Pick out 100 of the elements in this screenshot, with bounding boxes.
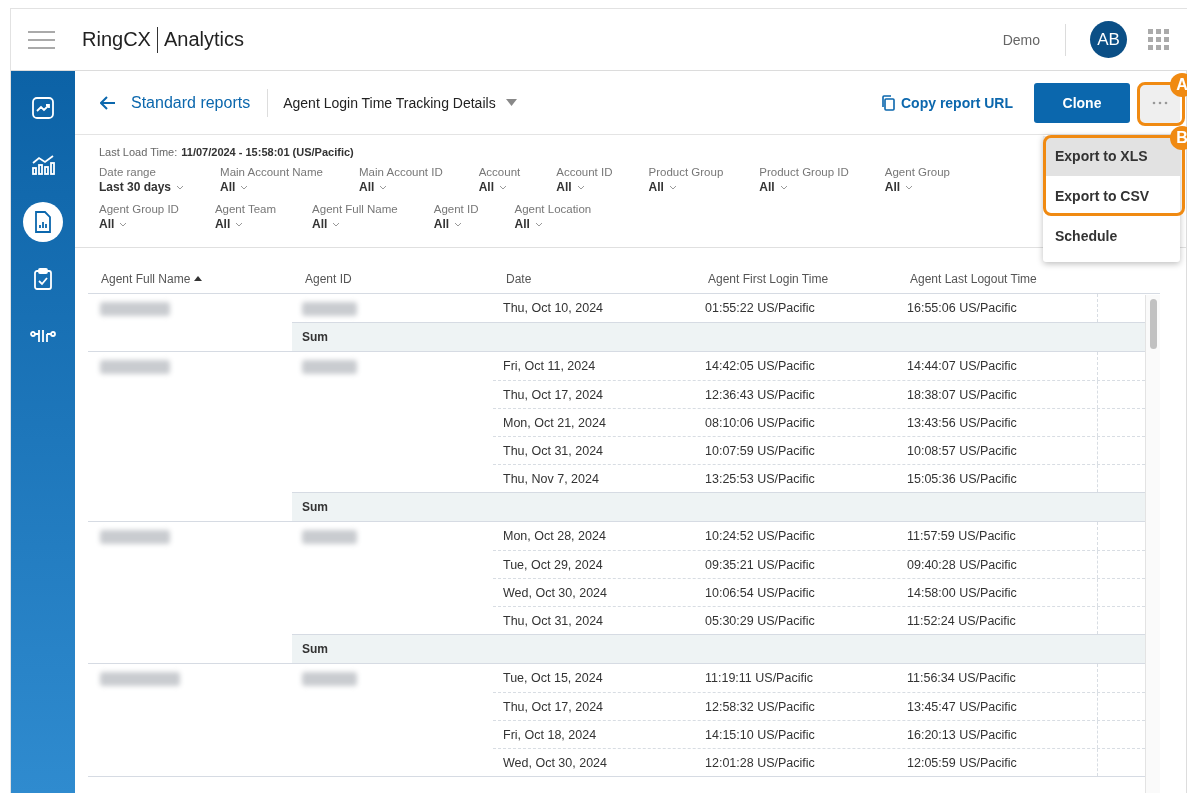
back-arrow-icon — [100, 95, 116, 110]
table-cell-text: Mon, Oct 28, 2024 — [502, 529, 607, 543]
blurred-id — [302, 530, 357, 544]
user-avatar[interactable]: AB — [1090, 21, 1127, 58]
sum-label: Sum — [301, 642, 328, 656]
blurred-id — [302, 302, 357, 316]
table-cell-text: 18:38:07 US/Pacific — [906, 387, 1018, 402]
table-cell-text: 13:45:47 US/Pacific — [906, 699, 1018, 714]
scrollbar[interactable] — [1145, 295, 1160, 793]
chevron-down-icon — [176, 184, 185, 190]
more-icon — [1152, 100, 1168, 105]
filter-label: Agent Team — [214, 203, 277, 215]
bar-line-chart-icon[interactable] — [30, 153, 56, 177]
chevron-down-icon — [379, 184, 388, 190]
filter-value[interactable]: All — [220, 180, 323, 194]
chevron-down-icon — [576, 184, 585, 190]
column-header[interactable]: Date — [493, 271, 695, 286]
filter-label: Account — [478, 166, 521, 178]
table-cell-text: Thu, Oct 31, 2024 — [502, 613, 605, 628]
sum-label: Sum — [301, 330, 328, 344]
filter-value[interactable]: All — [433, 217, 479, 231]
menu-item[interactable]: Export to CSV — [1043, 176, 1180, 216]
account-name: Demo — [1002, 31, 1040, 48]
report-title-dropdown[interactable]: Agent Login Time Tracking Details — [283, 94, 517, 111]
filter-value[interactable]: All — [556, 180, 613, 194]
trend-chart-icon[interactable] — [31, 96, 55, 120]
table-cell-text: 13:25:53 US/Pacific — [704, 471, 816, 486]
table-cell-text: 12:05:59 US/Pacific — [906, 755, 1018, 770]
filter-label: Product Group ID — [759, 166, 849, 178]
table-cell-text: Thu, Oct 17, 2024 — [502, 387, 605, 402]
chevron-down-icon — [905, 184, 914, 190]
clipboard-check-icon[interactable] — [33, 267, 53, 291]
blurred-id — [302, 360, 357, 374]
chevron-down-icon — [240, 184, 249, 190]
filter-value[interactable]: All — [358, 180, 443, 194]
sidebar-item[interactable] — [23, 202, 63, 242]
chevron-down-icon — [534, 221, 543, 227]
filter-value[interactable]: All — [478, 180, 521, 194]
table-cell-text: 14:44:07 US/Pacific — [906, 359, 1018, 373]
blurred-name — [100, 302, 170, 316]
back-link[interactable]: Standard reports — [100, 93, 251, 112]
table-cell-text: Tue, Oct 29, 2024 — [502, 557, 604, 572]
filter-label: Date range — [99, 166, 157, 178]
filter-value[interactable]: All — [514, 217, 592, 231]
chevron-down-icon — [235, 221, 244, 227]
filter-label: Agent Location — [514, 203, 592, 215]
table-cell-text: 10:06:54 US/Pacific — [704, 585, 816, 600]
filter-value[interactable]: All — [214, 217, 277, 231]
filter-label: Agent ID — [433, 203, 479, 215]
filter-value[interactable]: All — [312, 217, 398, 231]
blurred-id — [302, 672, 357, 686]
table-cell-text: 16:20:13 US/Pacific — [906, 727, 1018, 742]
table-cell-text: 12:58:32 US/Pacific — [704, 699, 816, 714]
menu-item[interactable]: Schedule — [1043, 216, 1180, 256]
table-cell-text: 12:01:28 US/Pacific — [704, 755, 816, 770]
filter-value[interactable]: All — [759, 180, 849, 194]
table-cell-text: 08:10:06 US/Pacific — [704, 415, 816, 430]
caret-icon — [505, 99, 517, 106]
column-header[interactable]: Agent Last Logout Time — [897, 271, 1097, 286]
column-header[interactable]: Agent Full Name — [88, 271, 292, 286]
table-cell-text: Fri, Oct 11, 2024 — [502, 359, 597, 373]
chevron-down-icon — [668, 184, 677, 190]
table-cell-text: 11:19:11 US/Pacific — [704, 671, 814, 685]
table-cell-text: Thu, Oct 10, 2024 — [502, 301, 605, 315]
table-cell-text: Thu, Oct 17, 2024 — [502, 699, 605, 714]
filter-value[interactable]: Last 30 days — [99, 180, 185, 194]
sort-up-icon — [194, 276, 203, 281]
report-document-icon[interactable] — [33, 210, 53, 234]
column-header[interactable]: Agent First Login Time — [695, 271, 897, 286]
table-cell-text: 09:40:28 US/Pacific — [906, 557, 1018, 572]
filter-value[interactable]: All — [99, 217, 179, 231]
table-cell-text: Wed, Oct 30, 2024 — [502, 755, 608, 770]
filter-label: Agent Group — [884, 166, 950, 178]
filter-value[interactable]: All — [648, 180, 724, 194]
clone-button[interactable]: Clone — [1034, 82, 1130, 123]
table-cell-text: 09:35:21 US/Pacific — [704, 557, 816, 572]
chevron-down-icon — [332, 221, 341, 227]
callout-badge: B — [1170, 126, 1187, 150]
table-cell-text: 13:43:56 US/Pacific — [906, 415, 1018, 430]
table-cell-text: Wed, Oct 30, 2024 — [502, 585, 608, 600]
table-cell-text: 15:05:36 US/Pacific — [906, 471, 1018, 486]
table-cell-text: Tue, Oct 15, 2024 — [502, 671, 604, 685]
table-cell-text: Thu, Nov 7, 2024 — [502, 471, 600, 486]
chevron-down-icon — [499, 184, 508, 190]
column-header[interactable]: Agent ID — [292, 271, 493, 286]
table-cell-text: 05:30:29 US/Pacific — [704, 613, 816, 628]
last-load-time: Last Load Time: 11/07/2024 - 15:58:01 (US/Pacific) — [99, 146, 354, 158]
chevron-down-icon — [454, 221, 463, 227]
table-cell-text: 14:58:00 US/Pacific — [906, 585, 1018, 600]
table-cell-text: 14:42:05 US/Pacific — [704, 359, 816, 373]
table-cell-text: 11:52:24 US/Pacific — [906, 613, 1017, 628]
table-cell-text: Mon, Oct 21, 2024 — [502, 415, 607, 430]
filter-value[interactable]: All — [884, 180, 950, 194]
table-cell-text: 16:55:06 US/Pacific — [906, 301, 1018, 315]
copy-report-url-link[interactable]: Copy report URL — [881, 94, 1013, 111]
table-cell-text: Thu, Oct 31, 2024 — [502, 443, 605, 458]
table-cell-text: 14:15:10 US/Pacific — [704, 727, 816, 742]
copy-icon — [881, 94, 895, 111]
filter-label: Main Account ID — [358, 166, 443, 178]
chevron-down-icon — [119, 221, 128, 227]
